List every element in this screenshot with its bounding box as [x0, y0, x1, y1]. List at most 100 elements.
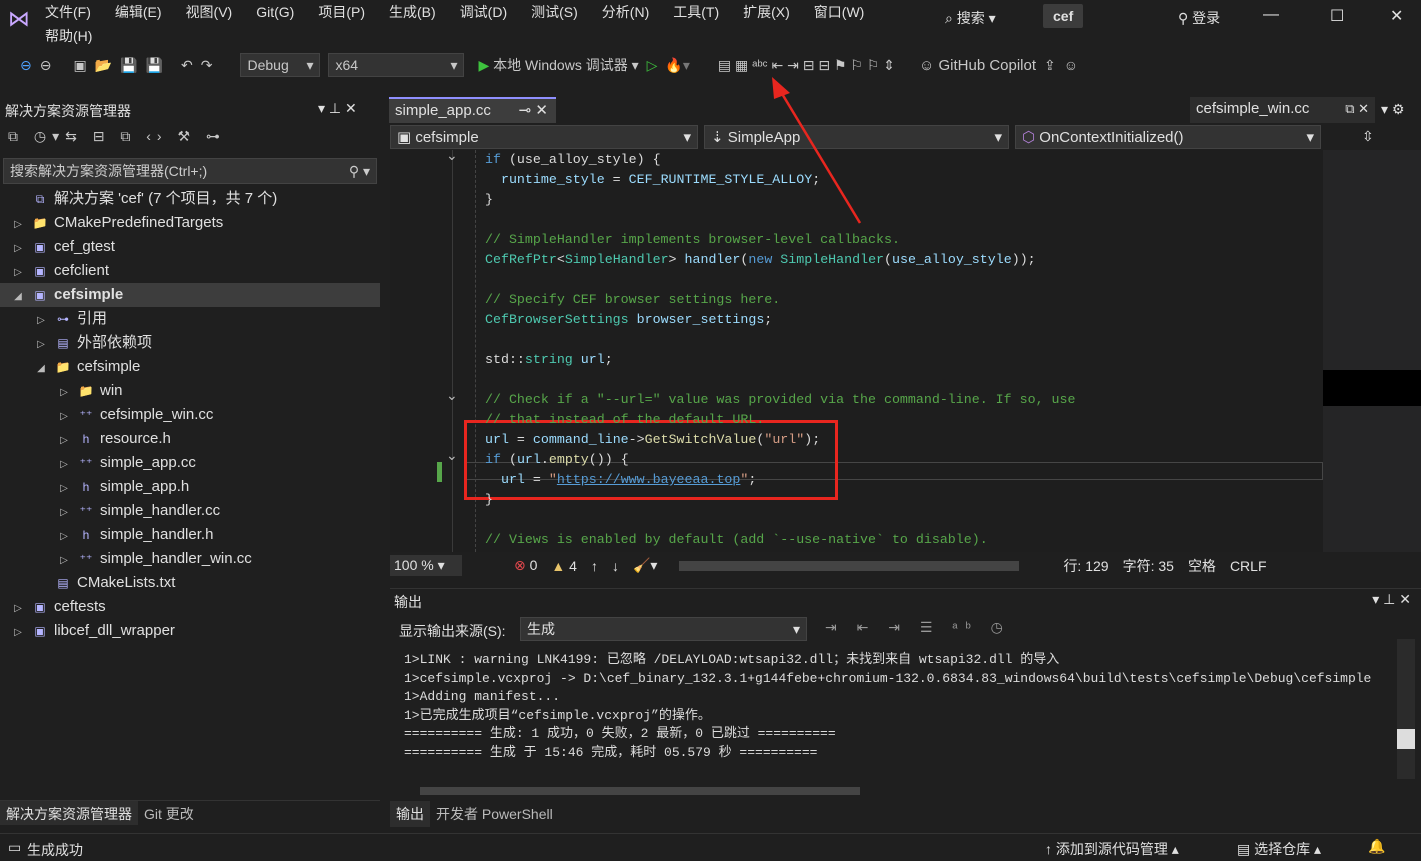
tree-item[interactable]: ▤ CMakeLists.txt: [0, 571, 380, 595]
hot-reload-icon[interactable]: 🔥▾: [665, 57, 689, 74]
output-source-select[interactable]: 生成 ▾: [520, 617, 807, 641]
pin-close-icon[interactable]: ⊸ ✕: [519, 99, 548, 123]
search-button[interactable]: ⌕ 搜索 ▾: [945, 8, 996, 28]
save-all-icon[interactable]: 💾: [146, 57, 163, 74]
cleanup-icon[interactable]: 🧹▾: [633, 557, 657, 574]
expand-arrow-icon[interactable]: ▷: [56, 477, 72, 501]
tree-item[interactable]: ▷ ▣ libcef_dll_wrapper: [0, 619, 380, 643]
menu-item[interactable]: 调试(D): [460, 2, 507, 22]
expand-arrow-icon[interactable]: ▷: [56, 501, 72, 525]
next-issue-icon[interactable]: ↓: [612, 558, 619, 574]
toolbar-tools-icon[interactable]: ▤ ▦ ᵃᵇᶜ ⇤ ⇥ ⊟ ⊟ ⚑ ⚐ ⚐ ⇕: [718, 57, 895, 74]
tree-item[interactable]: ▷ ⁺⁺ simple_handler_win.cc: [0, 547, 380, 571]
login-button[interactable]: ⚲ 登录: [1178, 8, 1220, 28]
fold-icon[interactable]: ⌄: [446, 387, 458, 404]
menu-item[interactable]: Git(G): [256, 2, 294, 22]
copilot-button[interactable]: ☺ GitHub Copilot: [919, 57, 1036, 74]
configuration-select[interactable]: Debug ▾: [240, 53, 321, 77]
notifications-icon[interactable]: 🔔: [1368, 838, 1385, 855]
tree-item[interactable]: ▷ 📁 win: [0, 379, 380, 403]
expand-arrow-icon[interactable]: ▷: [10, 213, 26, 237]
tree-item[interactable]: ▷ h resource.h: [0, 427, 380, 451]
panel-options-icon[interactable]: ▾ ⊥ ✕: [1372, 591, 1411, 608]
redo-icon[interactable]: ↷: [201, 57, 213, 74]
tree-item[interactable]: ▷ h simple_app.h: [0, 475, 380, 499]
minimize-button[interactable]: —: [1263, 6, 1279, 24]
expand-arrow-icon[interactable]: ◢: [33, 357, 49, 381]
save-icon[interactable]: 💾: [120, 57, 137, 74]
prev-issue-icon[interactable]: ↑: [591, 558, 598, 574]
expand-arrow-icon[interactable]: ▷: [56, 381, 72, 405]
tab-solution-explorer[interactable]: 解决方案资源管理器: [0, 801, 138, 825]
expand-arrow-icon[interactable]: ▷: [56, 525, 72, 549]
add-source-control-button[interactable]: ↑ 添加到源代码管理 ▴: [1045, 839, 1179, 859]
menu-item[interactable]: 测试(S): [531, 2, 578, 22]
menu-item[interactable]: 项目(P): [318, 2, 365, 22]
tree-item[interactable]: ⧉ 解决方案 'cef' (7 个项目，共 7 个): [0, 187, 380, 211]
menu-item[interactable]: 工具(T): [673, 2, 719, 22]
tree-item[interactable]: ▷ ▣ cefclient: [0, 259, 380, 283]
horizontal-scrollbar[interactable]: [679, 560, 1020, 571]
tree-item[interactable]: ◢ 📁 cefsimple: [0, 355, 380, 379]
error-count[interactable]: 0: [530, 557, 538, 573]
fold-icon[interactable]: ⌄: [446, 447, 458, 464]
tab-output[interactable]: 输出: [390, 801, 430, 827]
split-icon[interactable]: ⇳: [1362, 128, 1374, 145]
tree-item[interactable]: ▷ 📁 CMakePredefinedTargets: [0, 211, 380, 235]
menu-item[interactable]: 文件(F): [45, 2, 91, 22]
output-horizontal-scrollbar[interactable]: [420, 787, 860, 795]
solution-explorer-toolbar[interactable]: ⧉ ◷▾⇆ ⊟ ⧉ ‹› ⚒ ⊶: [8, 128, 226, 145]
zoom-select[interactable]: 100 % ▾: [390, 555, 462, 576]
project-nav-select[interactable]: ▣ cefsimple ▾: [390, 125, 698, 149]
close-icon[interactable]: ⧉ ✕: [1345, 97, 1369, 121]
menu-item[interactable]: 编辑(E): [115, 2, 162, 22]
warning-count[interactable]: 4: [569, 558, 577, 574]
back-icon[interactable]: ⊖: [20, 57, 32, 74]
tree-item[interactable]: ▷ ▣ ceftests: [0, 595, 380, 619]
menu-item[interactable]: 视图(V): [186, 2, 233, 22]
tree-item[interactable]: ◢ ▣ cefsimple: [0, 283, 380, 307]
menu-item[interactable]: 帮助(H): [45, 26, 92, 46]
expand-arrow-icon[interactable]: ▷: [10, 237, 26, 261]
expand-arrow-icon[interactable]: ▷: [56, 549, 72, 573]
expand-arrow-icon[interactable]: ▷: [10, 621, 26, 645]
tree-item[interactable]: ▷ ▤ 外部依赖项: [0, 331, 380, 355]
output-vertical-scrollbar[interactable]: [1397, 639, 1415, 779]
maximize-button[interactable]: ☐: [1330, 6, 1344, 26]
tab-git-changes[interactable]: Git 更改: [138, 801, 200, 825]
close-button[interactable]: ✕: [1390, 6, 1403, 26]
tree-item[interactable]: ▷ ⊶ 引用: [0, 307, 380, 331]
feedback-icon[interactable]: ☺: [1064, 57, 1078, 73]
output-toolbar-icons[interactable]: ⇥ ⇤ ⇥ ☰ ᵃᵇ ◷: [825, 619, 1011, 636]
tree-item[interactable]: ▷ ▣ cef_gtest: [0, 235, 380, 259]
new-project-icon[interactable]: ▣: [73, 57, 86, 74]
tree-item[interactable]: ▷ ⁺⁺ simple_handler.cc: [0, 499, 380, 523]
tab-list-icon[interactable]: ▾ ⚙: [1381, 101, 1404, 118]
expand-arrow-icon[interactable]: ◢: [10, 285, 26, 309]
tab-cefsimple-win-cc[interactable]: cefsimple_win.cc ⧉ ✕: [1190, 97, 1375, 123]
code-token[interactable]: https://www.bayeeaa.top: [557, 472, 741, 487]
tab-developer-powershell[interactable]: 开发者 PowerShell: [430, 801, 559, 827]
expand-arrow-icon[interactable]: ▷: [33, 333, 49, 357]
menu-item[interactable]: 窗口(W): [814, 2, 865, 22]
tree-item[interactable]: ▷ h simple_handler.h: [0, 523, 380, 547]
expand-arrow-icon[interactable]: ▷: [10, 261, 26, 285]
expand-arrow-icon[interactable]: ▷: [10, 597, 26, 621]
run-debugger-button[interactable]: ▶ 本地 Windows 调试器 ▾: [478, 55, 638, 75]
open-icon[interactable]: 📂: [95, 57, 112, 74]
expand-arrow-icon[interactable]: ▷: [56, 429, 72, 453]
platform-select[interactable]: x64 ▾: [328, 53, 465, 77]
minimap-viewport[interactable]: [1323, 370, 1421, 406]
start-without-debugging-icon[interactable]: ▷: [647, 57, 658, 74]
undo-icon[interactable]: ↶: [181, 57, 193, 74]
menu-item[interactable]: 扩展(X): [743, 2, 790, 22]
minimap[interactable]: [1323, 150, 1421, 552]
fold-icon[interactable]: ⌄: [446, 150, 458, 164]
expand-arrow-icon[interactable]: ▷: [33, 309, 49, 333]
tab-simple-app-cc[interactable]: simple_app.cc ⊸ ✕: [389, 97, 556, 123]
panel-options-icon[interactable]: ▾ ⊥ ✕: [318, 100, 357, 117]
tree-item[interactable]: ▷ ⁺⁺ cefsimple_win.cc: [0, 403, 380, 427]
solution-search-input[interactable]: 搜索解决方案资源管理器(Ctrl+;) ⚲ ▾: [3, 158, 377, 184]
menu-item[interactable]: 生成(B): [389, 2, 436, 22]
share-icon[interactable]: ⇪: [1044, 57, 1056, 74]
